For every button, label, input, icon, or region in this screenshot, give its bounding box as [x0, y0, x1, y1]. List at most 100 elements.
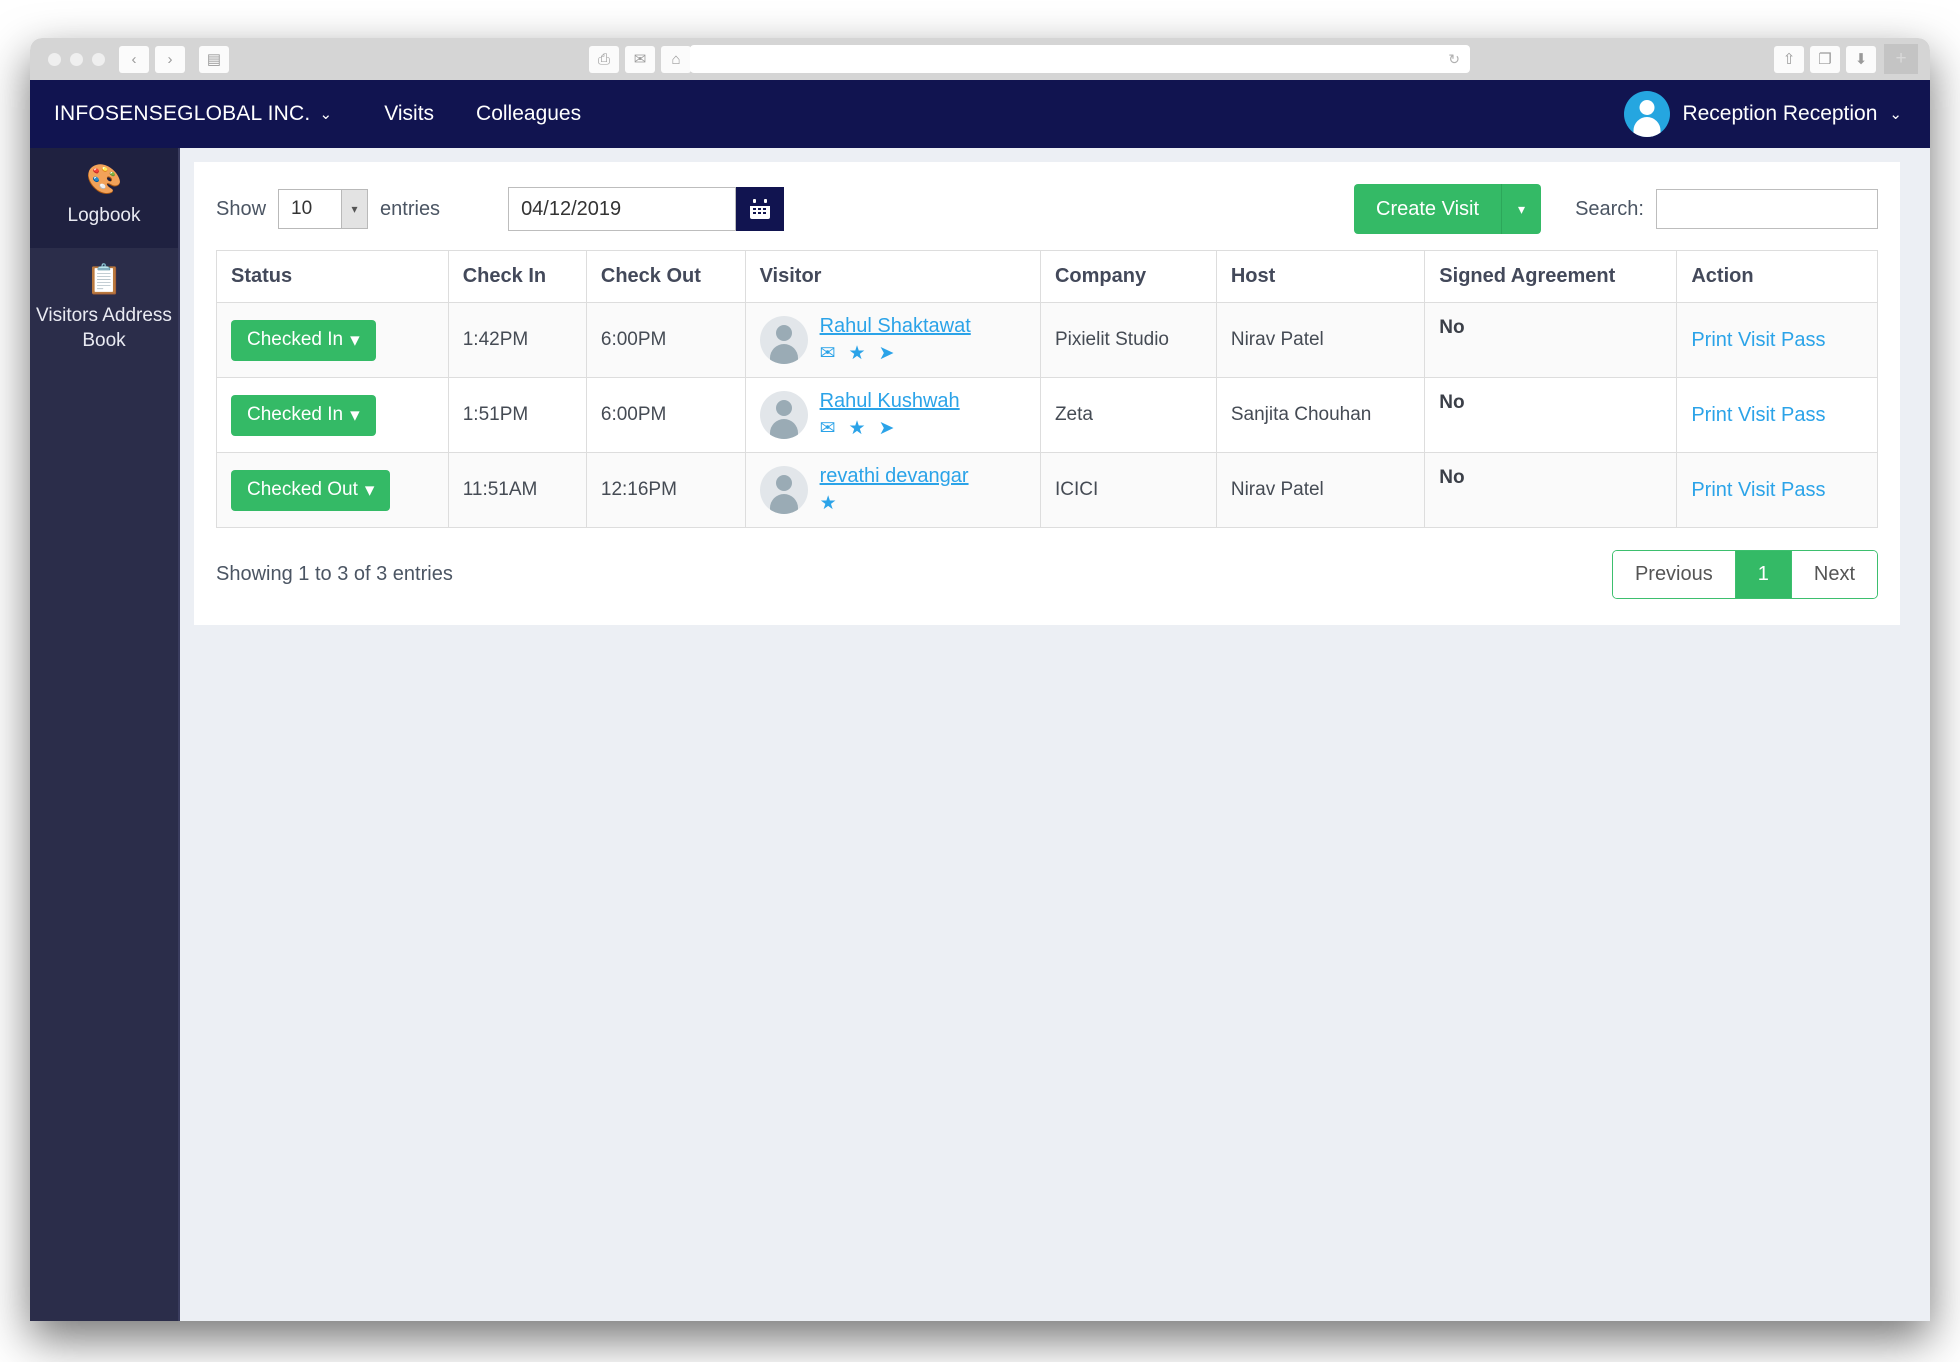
table-controls: Show 10 ▾ entries 04/12/2019 Create Visi… — [216, 184, 1878, 234]
column-header-company[interactable]: Company — [1039, 250, 1217, 303]
cell-action: Print Visit Pass — [1676, 302, 1878, 378]
search-label: Search: — [1575, 197, 1644, 220]
share-icon[interactable]: ⇧ — [1774, 45, 1804, 73]
nav-buttons: ‹ › ▤ — [105, 45, 229, 73]
sidebar-toggle-icon[interactable]: ▤ — [199, 45, 229, 73]
caret-down-icon: ▾ — [350, 404, 360, 426]
pagination-page-1[interactable]: 1 — [1734, 551, 1791, 598]
sidebar-item-label: Logbook — [67, 205, 141, 226]
back-icon[interactable]: ‹ — [119, 45, 149, 73]
app-navbar: INFOSENSEGLOBAL INC. ⌄ Visits Colleagues… — [30, 80, 1930, 148]
column-header-visitor[interactable]: Visitor — [744, 250, 1041, 303]
app-body: 🎨 Logbook 📋 Visitors Address Book Show 1… — [30, 148, 1930, 1321]
column-header-check-out[interactable]: Check Out — [585, 250, 746, 303]
star-icon[interactable]: ★ — [820, 492, 837, 515]
reload-icon[interactable]: ↻ — [1448, 51, 1460, 68]
date-input[interactable]: 04/12/2019 — [508, 187, 737, 231]
column-header-action[interactable]: Action — [1676, 250, 1878, 303]
close-window-button[interactable] — [48, 52, 61, 66]
pagination: Previous 1 Next — [1611, 550, 1878, 599]
minimize-window-button[interactable] — [70, 52, 83, 66]
sidebar: 🎨 Logbook 📋 Visitors Address Book — [30, 148, 180, 1321]
cell-signed-agreement: No — [1424, 452, 1678, 528]
calendar-icon[interactable] — [736, 187, 785, 231]
caret-down-icon: ▾ — [350, 329, 360, 351]
status-dropdown-button[interactable]: Checked In ▾ — [231, 319, 376, 361]
column-header-signed-agreement[interactable]: Signed Agreement — [1424, 250, 1678, 303]
cell-status: Checked In ▾ — [216, 302, 449, 378]
cell-status: Checked Out ▾ — [216, 452, 449, 528]
status-dropdown-button[interactable]: Checked In ▾ — [231, 394, 376, 436]
sidebar-item-logbook[interactable]: 🎨 Logbook — [30, 148, 178, 249]
cell-host: Sanjita Chouhan — [1215, 377, 1426, 453]
nav-item-colleagues[interactable]: Colleagues — [476, 102, 581, 126]
print-visit-pass-link[interactable]: Print Visit Pass — [1691, 479, 1825, 501]
print-visit-pass-link[interactable]: Print Visit Pass — [1691, 329, 1825, 351]
chevron-down-icon: ⌄ — [319, 106, 333, 123]
column-header-host[interactable]: Host — [1215, 250, 1426, 303]
send-icon[interactable]: ➤ — [879, 342, 895, 365]
star-icon[interactable]: ★ — [848, 417, 865, 440]
table-row: Checked In ▾ 1:42PM 6:00PM Rahul Shaktaw… — [216, 302, 1878, 378]
entries-per-page-value: 10 — [291, 198, 313, 219]
mail-icon[interactable]: ✉ — [625, 45, 655, 73]
avatar — [759, 316, 808, 364]
print-visit-pass-link[interactable]: Print Visit Pass — [1691, 404, 1825, 426]
user-menu[interactable]: Reception Reception ⌄ — [1624, 91, 1902, 137]
brand-label: INFOSENSEGLOBAL INC. — [54, 102, 311, 125]
download-icon[interactable]: ⬇ — [1846, 45, 1876, 73]
nav-links: Visits Colleagues — [384, 102, 581, 126]
date-filter: 04/12/2019 — [508, 187, 785, 231]
nav-item-visits[interactable]: Visits — [384, 102, 434, 126]
print-icon[interactable]: ⎙ — [589, 45, 619, 73]
entries-per-page-select[interactable]: 10 ▾ — [278, 189, 369, 229]
cell-check-out: 6:00PM — [585, 302, 746, 378]
search-input[interactable] — [1656, 189, 1878, 229]
create-visit-button[interactable]: Create Visit — [1354, 198, 1501, 221]
new-tab-button[interactable]: + — [1884, 44, 1918, 74]
visitor-name-link[interactable]: revathi devangar — [820, 465, 969, 488]
envelope-icon[interactable]: ✉ — [820, 417, 836, 440]
home-icon[interactable]: ⌂ — [661, 45, 691, 73]
avatar — [759, 391, 808, 439]
cell-check-in: 1:42PM — [447, 302, 587, 378]
visitor-name-link[interactable]: Rahul Kushwah — [820, 390, 960, 413]
tabs-icon[interactable]: ❐ — [1810, 45, 1840, 73]
pagination-next[interactable]: Next — [1790, 551, 1877, 598]
cell-host: Nirav Patel — [1215, 452, 1426, 528]
chrome-right-icons: ⇧ ❐ ⬇ + — [1768, 44, 1918, 74]
caret-down-icon: ▾ — [364, 479, 375, 501]
chevron-down-icon: ⌄ — [1889, 106, 1902, 123]
cell-company: Pixielit Studio — [1039, 302, 1217, 378]
envelope-icon[interactable]: ✉ — [820, 342, 836, 365]
visits-table: Status Check In Check Out Visitor Compan… — [216, 250, 1878, 528]
browser-toolbar: ‹ › ▤ ⎙ ✉ ⌂ ↻ ⇧ ❐ ⬇ + — [30, 38, 1930, 80]
cell-signed-agreement: No — [1424, 377, 1678, 453]
cell-visitor: Rahul Kushwah ✉ ★ ➤ — [744, 377, 1041, 453]
create-visit-button-group: Create Visit ▾ — [1354, 184, 1542, 234]
table-footer: Showing 1 to 3 of 3 entries Previous 1 N… — [216, 550, 1878, 599]
visitor-name-link[interactable]: Rahul Shaktawat — [820, 315, 971, 338]
table-row: Checked In ▾ 1:51PM 6:00PM Rahul Kushwah… — [216, 377, 1878, 453]
create-visit-dropdown-toggle[interactable]: ▾ — [1501, 184, 1541, 234]
forward-icon[interactable]: › — [155, 45, 185, 73]
address-bar[interactable]: ↻ — [690, 45, 1470, 73]
column-header-check-in[interactable]: Check In — [447, 250, 587, 303]
status-label: Checked Out — [247, 479, 358, 500]
cell-host: Nirav Patel — [1215, 302, 1426, 378]
avatar — [759, 466, 808, 514]
pagination-previous[interactable]: Previous — [1612, 551, 1735, 598]
right-controls: Create Visit ▾ Search: — [1354, 184, 1878, 234]
sidebar-item-visitors-address-book[interactable]: 📋 Visitors Address Book — [30, 248, 178, 373]
maximize-window-button[interactable] — [92, 52, 105, 66]
column-header-status[interactable]: Status — [216, 250, 449, 303]
brand-menu[interactable]: INFOSENSEGLOBAL INC. ⌄ — [54, 102, 332, 126]
status-dropdown-button[interactable]: Checked Out ▾ — [231, 469, 391, 511]
user-name-label: Reception Reception — [1682, 102, 1878, 125]
send-icon[interactable]: ➤ — [879, 417, 895, 440]
cell-signed-agreement: No — [1424, 302, 1678, 378]
table-header-row: Status Check In Check Out Visitor Compan… — [216, 250, 1878, 303]
visitor-actions: ✉ ★ ➤ — [820, 342, 971, 365]
star-icon[interactable]: ★ — [848, 342, 865, 365]
sidebar-item-label: Visitors Address Book — [36, 305, 172, 351]
